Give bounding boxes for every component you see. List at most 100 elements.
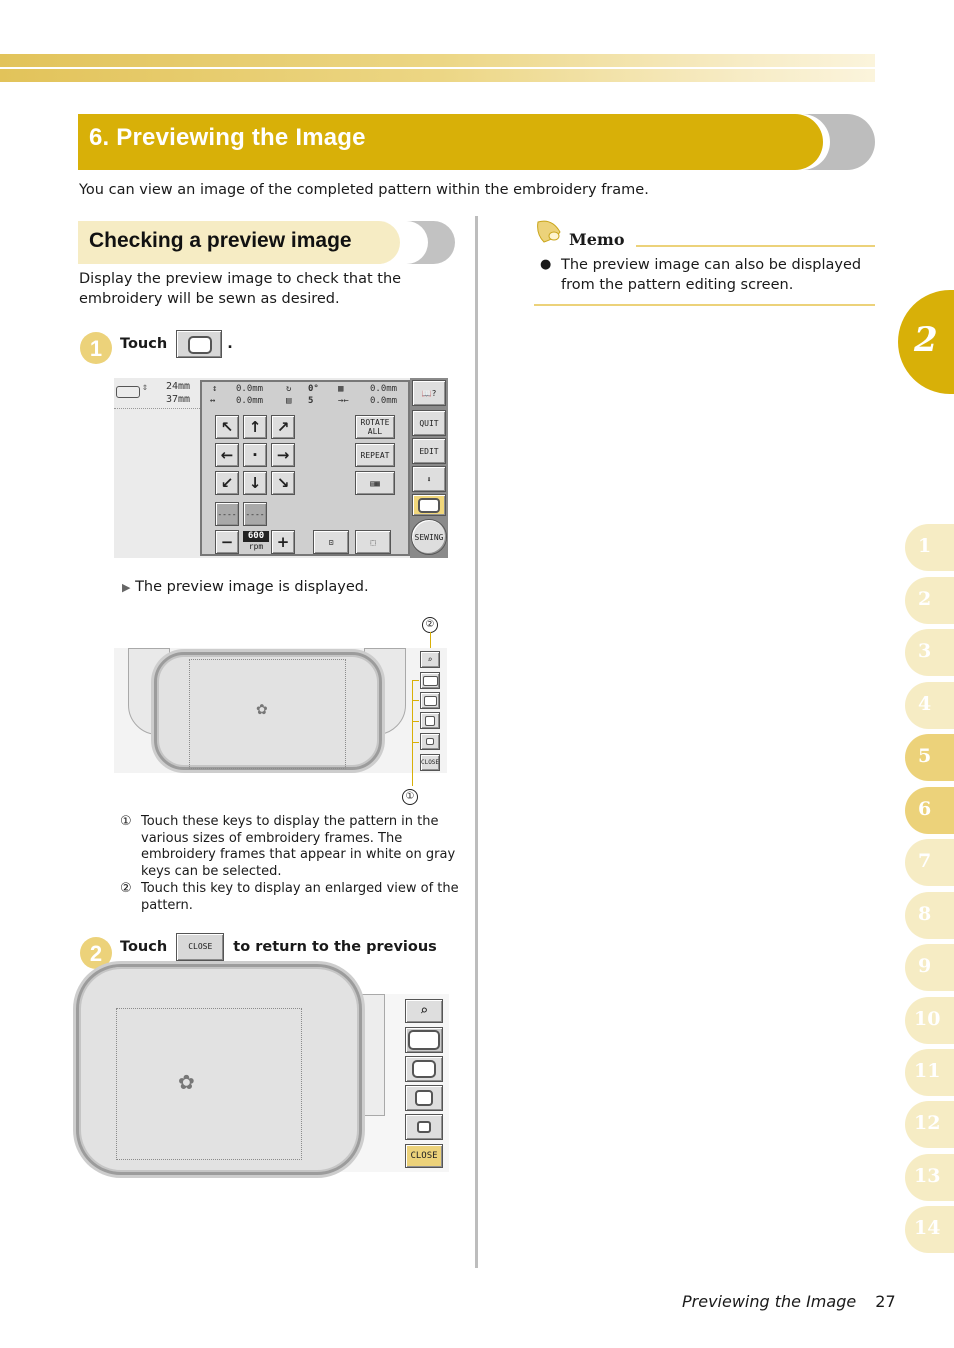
step-1-text: Touch xyxy=(120,336,168,352)
needle-frame-icon: ⊡ xyxy=(328,537,334,547)
move-up-button[interactable]: ↑ xyxy=(243,415,267,439)
header-stripe-bottom xyxy=(0,69,875,82)
preview-screen: ✿ ⌕ CLOSE xyxy=(114,648,447,773)
tab-label: 10 xyxy=(914,1008,941,1030)
embroidery-pattern-icon: ✿ xyxy=(178,1070,195,1094)
repeat-horizontal: 0.0mm xyxy=(370,396,398,406)
memory-button[interactable]: ⬇ xyxy=(412,466,446,492)
frame-small-button[interactable] xyxy=(405,1114,443,1140)
chapter-tab-2[interactable]: 2 xyxy=(905,577,954,624)
header-stripe-top xyxy=(0,54,875,67)
close-button[interactable]: CLOSE xyxy=(420,754,440,771)
enlarged-preview-screen: ✿ ⌕ CLOSE xyxy=(76,964,449,1175)
move-center-button[interactable]: · xyxy=(243,443,267,467)
frame-extra-large-button[interactable] xyxy=(405,1027,443,1053)
chapter-tab-14[interactable]: 14 xyxy=(905,1206,954,1253)
move-down-right-button[interactable]: ↘ xyxy=(271,471,295,495)
pattern-size-display: ⇕ 24mm 37mm xyxy=(114,378,200,409)
chapter-tab-9[interactable]: 9 xyxy=(905,944,954,991)
step-2-text-after: to return to the previous xyxy=(233,939,437,955)
chapter-tab-5[interactable]: 5 xyxy=(905,734,954,781)
enlarge-view-button[interactable]: ⌕ xyxy=(405,999,443,1023)
frame-large-button[interactable] xyxy=(405,1056,443,1082)
density-button-2[interactable]: ---- xyxy=(243,502,267,526)
help-button[interactable]: 📖? xyxy=(412,380,446,406)
step-1-result: ▶ The preview image is displayed. xyxy=(122,577,369,598)
move-right-button[interactable]: → xyxy=(271,443,295,467)
chapter-tab-3[interactable]: 3 xyxy=(905,629,954,676)
chapter-tab-8[interactable]: 8 xyxy=(905,892,954,939)
step-1-badge: 1 xyxy=(80,332,112,364)
tab-label: 2 xyxy=(918,588,932,610)
magnifier-icon: ⌕ xyxy=(419,1002,429,1019)
pattern-width: 37mm xyxy=(166,394,191,405)
magnifier-icon: ⌕ xyxy=(427,655,433,664)
repeat-button[interactable]: REPEAT xyxy=(355,443,395,467)
chapter-tab-12[interactable]: 12 xyxy=(905,1101,954,1148)
note-line: Touch these keys to display the pattern … xyxy=(141,814,439,829)
preview-button[interactable] xyxy=(412,494,446,516)
move-left-button[interactable]: ← xyxy=(215,443,239,467)
memo-line: from the pattern editing screen. xyxy=(561,277,794,293)
edit-button[interactable]: EDIT xyxy=(412,438,446,464)
starting-point-button[interactable]: ⬚ xyxy=(355,530,391,554)
frame-small-button[interactable] xyxy=(420,733,440,750)
frame-medium-button[interactable] xyxy=(420,712,440,729)
chapter-tab-7[interactable]: 7 xyxy=(905,839,954,886)
frame-medium-icon xyxy=(425,715,435,726)
frame-large-button[interactable] xyxy=(420,692,440,709)
frame-extra-large-button[interactable] xyxy=(420,672,440,689)
color-count: 5 xyxy=(308,396,314,406)
rotate-all-button[interactable]: ROTATE ALL xyxy=(355,415,395,439)
vertical-offset: 0.0mm xyxy=(236,384,264,394)
trial-button[interactable]: ⊡ xyxy=(313,530,349,554)
frame-medium-button[interactable] xyxy=(405,1085,443,1111)
note-line: keys can be selected. xyxy=(141,864,282,880)
enlarge-view-button[interactable]: ⌕ xyxy=(420,651,440,668)
chapter-tab-4[interactable]: 4 xyxy=(905,682,954,729)
sewing-button[interactable]: SEWING xyxy=(411,519,447,555)
chapter-tab-11[interactable]: 11 xyxy=(905,1049,954,1096)
note-2: ② Touch this key to display an enlarged … xyxy=(120,881,471,914)
close-button[interactable]: CLOSE xyxy=(405,1144,443,1168)
callout-2: ② xyxy=(422,617,438,633)
dimension-icon: ⇕ xyxy=(142,382,149,393)
note-line: Touch this key to display an enlarged vi… xyxy=(141,881,459,896)
spacing-icon: →← xyxy=(338,396,349,406)
speed-minus-button[interactable]: − xyxy=(215,530,239,554)
frame-medium-icon xyxy=(415,1090,433,1106)
memo-line: The preview image can also be displayed xyxy=(561,257,862,273)
chapter-tab-6[interactable]: 6 xyxy=(905,787,954,834)
move-up-left-button[interactable]: ↖ xyxy=(215,415,239,439)
chapter-tab-1[interactable]: 1 xyxy=(905,524,954,571)
speed-plus-button[interactable]: + xyxy=(271,530,295,554)
section-title: Checking a preview image xyxy=(89,229,352,252)
close-key-button[interactable]: CLOSE xyxy=(176,933,225,961)
vertical-offset-icon: ↕ xyxy=(212,384,218,394)
pattern-height: 24mm xyxy=(166,381,191,392)
color-sort-button[interactable]: ▤▦ xyxy=(355,471,395,495)
speed-value: 600 xyxy=(243,531,269,542)
quit-button[interactable]: QUIT xyxy=(412,410,446,436)
move-up-right-button[interactable]: ↗ xyxy=(271,415,295,439)
frame-large-icon xyxy=(423,695,437,706)
bell-icon xyxy=(534,218,564,246)
density-button-1[interactable]: ---- xyxy=(215,502,239,526)
repeat-grid-icon: ▦ xyxy=(338,384,344,394)
column-divider xyxy=(475,216,478,1268)
preview-frame-icon xyxy=(188,336,213,354)
preview-frame-icon xyxy=(418,497,440,513)
chapter-tab-13[interactable]: 13 xyxy=(905,1154,954,1201)
result-text: The preview image is displayed. xyxy=(135,579,369,595)
side-menu: 📖? QUIT EDIT ⬇ SEWING xyxy=(410,378,448,558)
move-down-left-button[interactable]: ↙ xyxy=(215,471,239,495)
preview-key-button[interactable] xyxy=(176,330,223,358)
tab-label: 9 xyxy=(918,955,932,977)
chapter-tab-10[interactable]: 10 xyxy=(905,997,954,1044)
rotation-icon: ↻ xyxy=(286,384,292,394)
step-1-period: . xyxy=(227,336,233,352)
callout-1-leader xyxy=(412,680,413,786)
footer-section-name: Previewing the Image xyxy=(682,1292,857,1311)
tab-label: 7 xyxy=(918,850,932,872)
move-down-button[interactable]: ↓ xyxy=(243,471,267,495)
